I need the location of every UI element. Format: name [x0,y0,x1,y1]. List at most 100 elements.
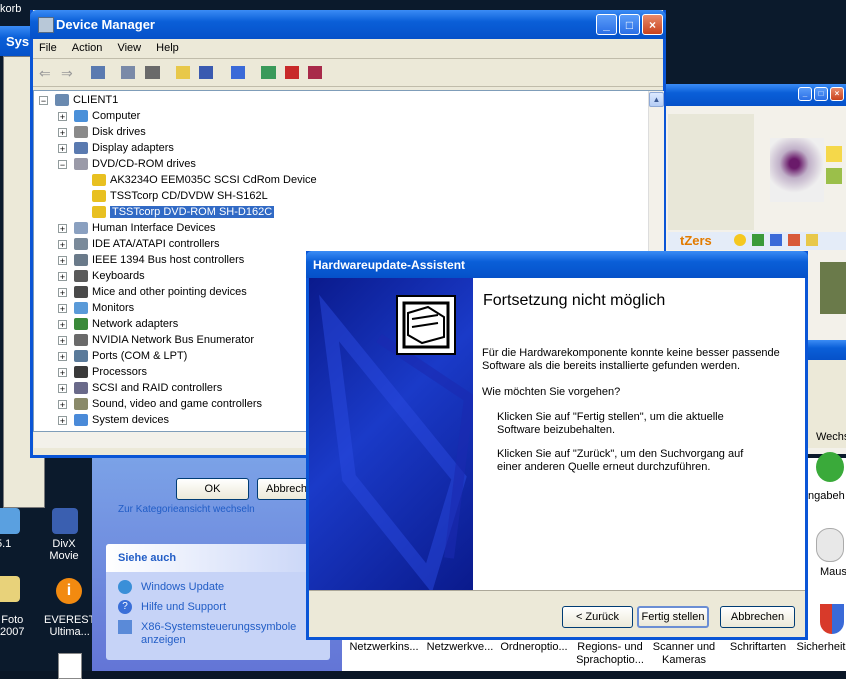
expand-icon[interactable]: + [58,288,67,298]
expand-icon[interactable]: + [58,272,67,282]
forward-arrow-icon[interactable]: ⇒ [61,65,73,82]
expand-icon[interactable]: + [58,256,67,266]
cancel-button[interactable]: Abbrech [257,478,309,500]
tree-category[interactable]: Display adapters [74,140,174,156]
maximize-icon[interactable]: □ [814,87,828,101]
cp-item-label[interactable]: Ordneroptio... [496,641,572,654]
disable-icon[interactable] [308,66,322,79]
shortcut-icon[interactable] [0,508,20,534]
update-driver-icon[interactable] [261,66,276,79]
expand-icon[interactable]: + [58,352,67,362]
tree-category[interactable]: IEEE 1394 Bus host controllers [74,252,244,268]
game-icon[interactable] [788,234,800,246]
photo-icon[interactable] [0,576,20,602]
tree-category[interactable]: System devices [74,412,169,428]
tree-category[interactable]: Sound, video and game controllers [74,396,262,412]
minimize-icon[interactable]: _ [596,14,617,35]
scan-hardware-icon[interactable] [231,66,245,79]
tree-category[interactable]: DVD/CD-ROM drives [74,156,196,172]
cp-item-label[interactable]: Netzwerkins... [346,641,422,654]
uninstall-icon[interactable] [285,66,299,79]
expand-icon[interactable]: + [58,112,67,122]
category-view-link[interactable]: Zur Kategorieansicht wechseln [118,504,255,515]
cp-item-label[interactable]: Netzwerkve... [422,641,498,654]
back-arrow-icon[interactable]: ⇐ [39,65,51,82]
tree-category[interactable]: Disk drives [74,124,146,140]
menu-action[interactable]: Action [66,38,109,58]
tree-category[interactable]: Processors [74,364,147,380]
cancel-wizard-button[interactable]: Abbrechen [720,606,795,628]
tree-category[interactable]: Human Interface Devices [74,220,216,236]
tree-root[interactable]: CLIENT1 [55,92,118,108]
bg-window-tab-label: Wechs [816,431,846,443]
expand-icon[interactable]: + [58,336,67,346]
tree-category[interactable]: Keyboards [74,268,145,284]
view-icon[interactable] [199,66,213,79]
close-icon[interactable]: × [642,14,663,35]
device-category-icon [74,222,88,235]
cp-item-label[interactable]: ngabeh [808,490,845,502]
accessibility-icon[interactable] [816,452,844,482]
expand-icon[interactable]: + [58,320,67,330]
tzers-logo[interactable]: tZers [680,233,712,248]
expand-icon[interactable]: + [58,128,67,138]
cp-item-label[interactable]: Sicherheit [796,641,846,654]
finish-button[interactable]: Fertig stellen [637,606,709,628]
see-also-header: Siehe auch [106,544,330,572]
wink-icon[interactable] [752,234,764,246]
security-shield-icon[interactable] [820,604,844,634]
menu-view[interactable]: View [111,38,147,58]
tree-view-icon[interactable] [91,66,105,79]
expand-icon[interactable]: + [58,416,67,426]
windows-update-link[interactable]: Windows Update [141,581,224,593]
everest-icon[interactable]: i [56,578,82,604]
menu-help[interactable]: Help [150,38,185,58]
tree-category[interactable]: Ports (COM & LPT) [74,348,187,364]
tree-device[interactable]: TSSTcorp DVD-ROM SH-D162C [92,204,275,220]
mouse-icon[interactable] [816,528,844,562]
tree-device[interactable]: TSSTcorp CD/DVDW SH-S162L [92,188,268,204]
tree-category[interactable]: IDE ATA/ATAPI controllers [74,236,220,252]
tool-icon[interactable] [826,168,842,184]
collapse-icon[interactable]: − [58,160,67,170]
tree-category[interactable]: Mice and other pointing devices [74,284,247,300]
divx-icon[interactable] [52,508,78,534]
cp-item-label[interactable]: Regions- und Sprachoptio... [570,641,650,667]
tree-category[interactable]: Computer [74,108,140,124]
minimize-icon[interactable]: _ [798,87,812,101]
expand-icon[interactable]: + [58,368,67,378]
maximize-icon[interactable]: □ [619,14,640,35]
tree-category[interactable]: NVIDIA Network Bus Enumerator [74,332,254,348]
help-icon[interactable] [176,66,190,79]
expand-icon[interactable]: + [58,144,67,154]
tree-category[interactable]: SCSI and RAID controllers [74,380,222,396]
properties-icon[interactable] [121,66,135,79]
smiley-icon[interactable] [734,234,746,246]
expand-icon[interactable]: + [58,240,67,250]
cp-item-label[interactable]: Schriftarten [722,641,794,654]
close-icon[interactable]: × [830,87,844,101]
tree-category[interactable]: Monitors [74,300,134,316]
cp-item-label[interactable]: Scanner und Kameras [648,641,720,667]
b-icon[interactable] [770,234,782,246]
back-button[interactable]: < Zurück [562,606,633,628]
expand-icon[interactable]: + [58,224,67,234]
menu-file[interactable]: File [33,38,63,58]
help-support-link[interactable]: Hilfe und Support [141,601,226,613]
scroll-up-icon[interactable]: ▲ [649,92,664,107]
x86-link[interactable]: X86-Systemsteuerungssymbole anzeigen [141,621,296,647]
expand-icon[interactable]: + [58,384,67,394]
device-category-icon [74,270,88,283]
bg-window-tab: Wechs [806,428,846,448]
ok-button[interactable]: OK [176,478,249,500]
tree-category[interactable]: Network adapters [74,316,178,332]
tree-device[interactable]: AK3234O EEM035C SCSI CdRom Device [92,172,317,188]
document-icon[interactable] [58,653,82,679]
cp-item-label[interactable]: Maus [820,566,846,578]
help-icon[interactable] [826,146,842,162]
h-icon[interactable] [806,234,818,246]
expand-icon[interactable]: + [58,400,67,410]
collapse-icon[interactable]: − [39,96,48,106]
expand-icon[interactable]: + [58,304,67,314]
print-icon[interactable] [145,66,160,79]
